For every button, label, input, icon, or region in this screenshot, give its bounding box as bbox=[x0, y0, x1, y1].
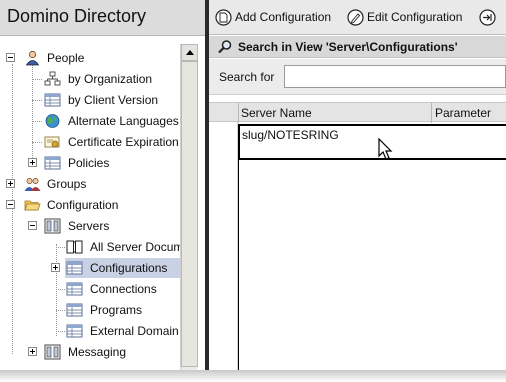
add-configuration-label: Add Configuration bbox=[235, 10, 332, 24]
tree-item-external-domain[interactable]: External Domain bbox=[0, 321, 180, 341]
view-icon bbox=[66, 303, 83, 317]
view-icon bbox=[66, 261, 83, 275]
tree-item-configuration[interactable]: Configuration bbox=[0, 195, 180, 215]
tree-item-label: Configuration bbox=[47, 198, 119, 212]
search-input[interactable] bbox=[284, 65, 506, 88]
group-icon bbox=[24, 178, 41, 191]
globe-icon bbox=[45, 114, 60, 128]
search-row: Search for bbox=[209, 59, 506, 95]
expand-icon[interactable] bbox=[28, 158, 37, 167]
tree-item-label: People bbox=[47, 51, 85, 65]
tree-item-label: All Server Docum bbox=[90, 240, 184, 254]
navigator-pane: Domino Directory People by Organization … bbox=[0, 0, 205, 370]
tree-item-label: Configurations bbox=[90, 261, 168, 275]
toolbar-overflow-button[interactable] bbox=[479, 7, 496, 27]
navigator-title-bar: Domino Directory bbox=[0, 0, 205, 36]
tree-item-label: Alternate Languages bbox=[68, 114, 179, 128]
tree-item-label: External Domain bbox=[90, 324, 179, 338]
tree-item-groups[interactable]: Groups bbox=[0, 174, 180, 194]
server-icon bbox=[44, 218, 61, 234]
column-header-parameter[interactable]: Parameter bbox=[435, 106, 491, 120]
edit-pencil-icon bbox=[347, 8, 364, 26]
add-document-icon bbox=[215, 8, 232, 26]
action-icon bbox=[479, 8, 496, 26]
view-icon bbox=[44, 156, 61, 170]
navigator-scrollbar[interactable] bbox=[180, 44, 198, 370]
view-icon bbox=[44, 93, 61, 107]
tree-item-label: by Client Version bbox=[68, 93, 159, 107]
tree-item-programs[interactable]: Programs bbox=[0, 300, 180, 320]
person-icon bbox=[25, 50, 40, 66]
table-row[interactable]: slug/NOTESRING bbox=[238, 124, 506, 160]
view-icon bbox=[66, 282, 83, 296]
edit-configuration-button[interactable]: Edit Configuration bbox=[347, 7, 462, 27]
action-bar: Add Configuration Edit Configuration bbox=[209, 0, 506, 35]
search-icon bbox=[218, 40, 232, 54]
window-shadow bbox=[0, 370, 506, 382]
view-icon bbox=[66, 324, 83, 338]
search-for-label: Search for bbox=[219, 70, 275, 84]
tree-item-connections[interactable]: Connections bbox=[0, 279, 180, 299]
collapse-icon[interactable] bbox=[6, 53, 15, 62]
collapse-icon[interactable] bbox=[6, 200, 15, 209]
column-header-server-name[interactable]: Server Name bbox=[241, 106, 312, 120]
scroll-thumb[interactable] bbox=[181, 61, 198, 367]
tree-item-people[interactable]: People bbox=[0, 48, 180, 68]
search-bar-header: Search in View 'Server\Configurations' bbox=[209, 36, 506, 58]
tree-item-configurations[interactable]: Configurations bbox=[0, 258, 180, 278]
messaging-icon bbox=[44, 344, 61, 360]
row-gutter bbox=[209, 102, 238, 370]
tree-item-label: Messaging bbox=[68, 345, 127, 359]
navigator-tree: People by Organization by Client Version bbox=[0, 44, 184, 370]
search-bar-title: Search in View 'Server\Configurations' bbox=[238, 40, 458, 54]
column-header-row: Server Name Parameter bbox=[209, 102, 506, 123]
tree-item-by-client-version[interactable]: by Client Version bbox=[0, 90, 180, 110]
tree-item-by-organization[interactable]: by Organization bbox=[0, 69, 180, 89]
tree-item-label: Policies bbox=[68, 156, 110, 170]
tree-item-messaging[interactable]: Messaging bbox=[0, 342, 180, 362]
view-grid: Server Name Parameter slug/NOTESRING bbox=[209, 96, 506, 370]
tree-item-label: by Organization bbox=[68, 72, 153, 86]
collapse-icon[interactable] bbox=[28, 221, 37, 230]
expand-icon[interactable] bbox=[28, 347, 37, 356]
scroll-up-button[interactable] bbox=[181, 44, 198, 61]
org-chart-icon bbox=[44, 71, 61, 86]
tree-item-certificate-expiration[interactable]: Certificate Expiration bbox=[0, 132, 180, 152]
tree-item-label: Servers bbox=[68, 219, 110, 233]
expand-icon[interactable] bbox=[6, 179, 15, 188]
database-title: Domino Directory bbox=[7, 6, 147, 26]
server-name-cell: slug/NOTESRING bbox=[242, 128, 339, 142]
book-icon bbox=[66, 240, 83, 254]
edit-configuration-label: Edit Configuration bbox=[367, 10, 463, 24]
mouse-pointer-icon bbox=[378, 138, 393, 160]
tree-item-all-server-documents[interactable]: All Server Docum bbox=[0, 237, 184, 257]
certificate-icon bbox=[44, 136, 60, 148]
open-folder-icon bbox=[24, 200, 41, 211]
tree-item-label: Connections bbox=[90, 282, 157, 296]
expand-icon[interactable] bbox=[51, 263, 60, 272]
tree-item-label: Certificate Expiration bbox=[68, 135, 179, 149]
tree-item-policies[interactable]: Policies bbox=[0, 153, 180, 173]
tree-item-servers[interactable]: Servers bbox=[0, 216, 180, 236]
add-configuration-button[interactable]: Add Configuration bbox=[215, 7, 331, 27]
tree-item-alternate-languages[interactable]: Alternate Languages bbox=[0, 111, 180, 131]
tree-item-label: Programs bbox=[90, 303, 143, 317]
view-pane: Add Configuration Edit Configuration Sea… bbox=[209, 0, 506, 370]
tree-item-label: Groups bbox=[47, 177, 87, 191]
